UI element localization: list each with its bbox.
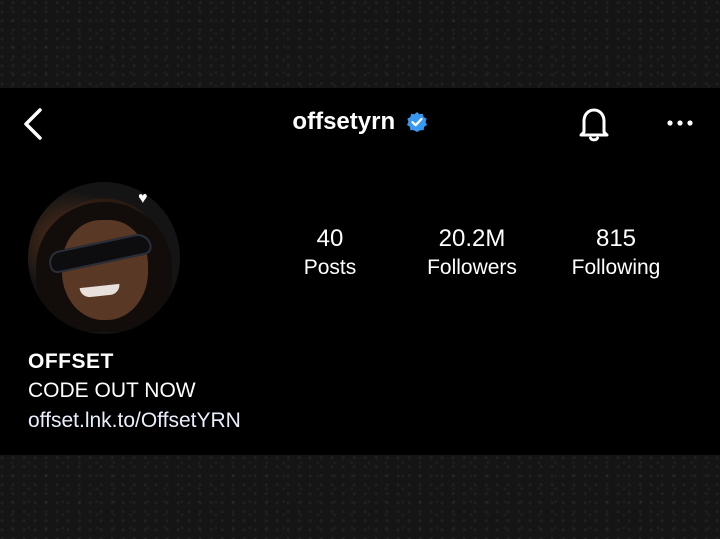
heart-icon: ♥ [138, 190, 148, 207]
verified-badge-icon [406, 112, 427, 132]
following-count: 815 [595, 225, 637, 252]
profile-avatar[interactable]: ♥ [28, 182, 180, 334]
profile-header: offsetyrn [0, 88, 720, 160]
more-horizontal-icon [667, 120, 693, 126]
display-name: OFFSET [28, 350, 114, 373]
profile-username: offsetyrn [292, 108, 396, 135]
stat-posts[interactable]: 40 Posts [280, 224, 380, 282]
more-options-button[interactable] [660, 108, 700, 138]
bell-icon [579, 108, 609, 142]
followers-count: 20.2M [438, 225, 506, 252]
profile-screen: offsetyrn ♥ 40 Posts 20.2M Followers 815… [0, 88, 720, 455]
notifications-button[interactable] [572, 102, 616, 146]
profile-bio: OFFSET CODE OUT NOW offset.lnk.to/Offset… [28, 348, 241, 436]
bio-link[interactable]: offset.lnk.to/OffsetYRN [28, 406, 241, 436]
following-label: Following [571, 256, 661, 279]
stat-following[interactable]: 815 Following [556, 224, 676, 282]
avatar-image [28, 182, 180, 334]
posts-count: 40 [316, 225, 344, 252]
posts-label: Posts [303, 256, 357, 279]
photo-grain-bottom [0, 455, 720, 539]
photo-grain-top [0, 0, 720, 88]
followers-label: Followers [427, 256, 517, 279]
stat-followers[interactable]: 20.2M Followers [412, 224, 532, 282]
bio-text: CODE OUT NOW [28, 379, 196, 402]
